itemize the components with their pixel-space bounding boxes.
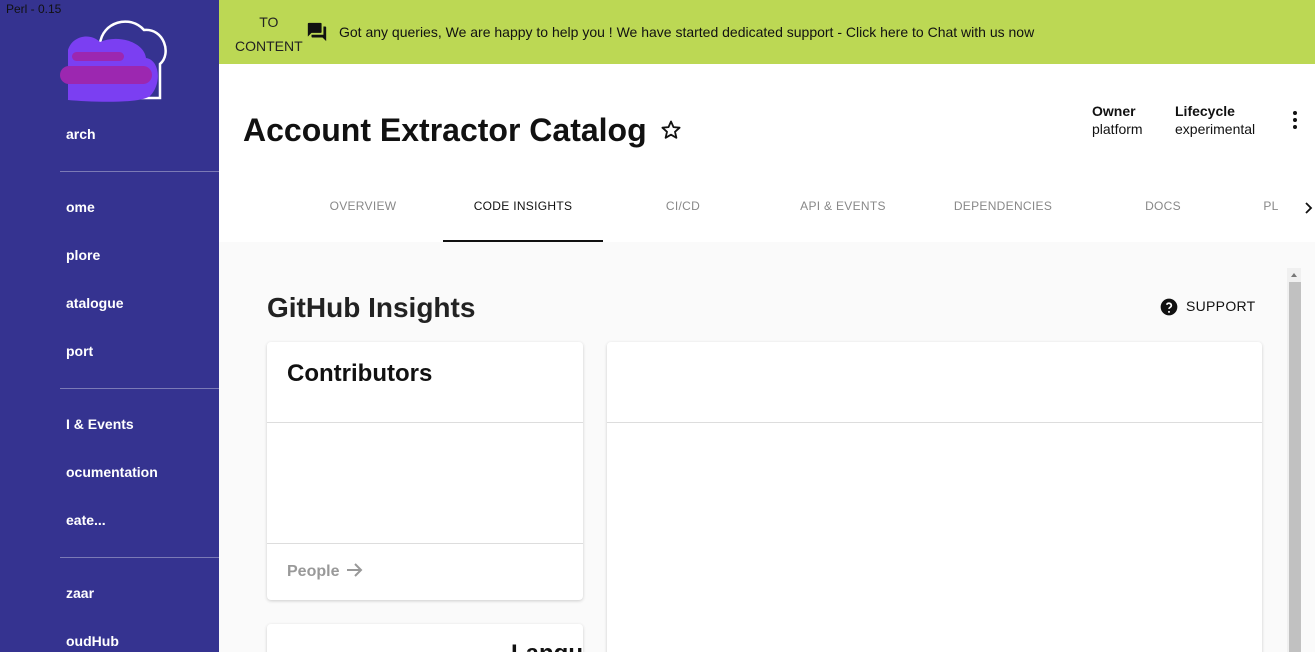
skip-label-line2: CONTENT: [235, 38, 303, 54]
main-content: GitHub Insights SUPPORT Contributors Peo…: [219, 242, 1315, 652]
sidebar-item-cloudhub[interactable]: oudHub: [66, 633, 119, 649]
people-link[interactable]: People: [287, 562, 364, 581]
support-label: SUPPORT: [1186, 298, 1256, 314]
contributors-card: Contributors People: [267, 342, 583, 600]
chevron-right-icon[interactable]: [1301, 198, 1315, 218]
chat-support-link[interactable]: Got any queries, We are happy to help yo…: [339, 24, 1034, 40]
lifecycle-value: experimental: [1175, 121, 1256, 137]
sidebar-item-explore[interactable]: plore: [66, 247, 100, 263]
sidebar-item-catalogue[interactable]: atalogue: [66, 295, 124, 311]
lifecycle-field: Lifecycle experimental: [1175, 102, 1255, 138]
sidebar-item-api-events[interactable]: I & Events: [66, 416, 134, 432]
chat-icon: [307, 22, 327, 42]
sidebar-item-documentation[interactable]: ocumentation: [66, 464, 158, 480]
support-banner: TO CONTENT Got any queries, We are happy…: [219, 0, 1315, 64]
skip-to-content-link[interactable]: TO CONTENT: [235, 10, 303, 58]
tab-ci-cd[interactable]: CI/CD: [603, 178, 763, 242]
card-divider: [607, 422, 1262, 423]
sidebar-item-support[interactable]: port: [66, 343, 93, 359]
entity-header: Account Extractor Catalog Owner platform…: [219, 64, 1315, 242]
languages-title: Langu: [511, 640, 583, 652]
entity-tabs: OVERVIEW CODE INSIGHTS CI/CD API & EVENT…: [283, 178, 1315, 242]
tab-api-events[interactable]: API & EVENTS: [763, 178, 923, 242]
skip-label-line1: TO: [259, 14, 279, 30]
sidebar-divider: [60, 388, 219, 389]
star-icon[interactable]: [659, 118, 683, 142]
owner-label: Owner: [1092, 103, 1136, 119]
arrow-right-icon: [346, 563, 363, 577]
tab-code-insights[interactable]: CODE INSIGHTS: [443, 178, 603, 242]
sidebar-divider: [60, 557, 219, 558]
owner-value[interactable]: platform: [1092, 120, 1143, 138]
section-title: GitHub Insights: [267, 292, 476, 323]
sidebar-item-search[interactable]: arch: [66, 126, 96, 142]
cloud-logo[interactable]: [60, 14, 168, 104]
sidebar-item-create[interactable]: eate...: [66, 512, 106, 528]
perf-indicator: Perl - 0.15: [6, 2, 62, 16]
tab-dependencies[interactable]: DEPENDENCIES: [923, 178, 1083, 242]
card-divider: [267, 543, 583, 544]
sidebar-divider: [60, 171, 219, 172]
support-button[interactable]: SUPPORT: [1159, 298, 1256, 316]
tab-pl[interactable]: PL: [1243, 178, 1299, 242]
sidebar: arch ome plore atalogue port I & Events …: [0, 0, 219, 652]
tab-docs[interactable]: DOCS: [1083, 178, 1243, 242]
app-root: arch ome plore atalogue port I & Events …: [0, 0, 1315, 652]
scroll-up-arrow-icon[interactable]: [1289, 270, 1299, 280]
languages-card: Langu: [267, 624, 583, 652]
lifecycle-label: Lifecycle: [1175, 103, 1235, 119]
contributors-title: Contributors: [287, 360, 433, 387]
sidebar-item-home[interactable]: ome: [66, 199, 95, 215]
owner-field: Owner platform: [1092, 102, 1143, 138]
insights-chart-card: [607, 342, 1262, 652]
sidebar-item-bazaar[interactable]: zaar: [66, 585, 94, 601]
card-divider: [267, 422, 583, 423]
scrollbar-thumb[interactable]: [1289, 282, 1301, 652]
help-icon: [1160, 298, 1178, 316]
tab-overview[interactable]: OVERVIEW: [283, 178, 443, 242]
more-vert-icon[interactable]: [1283, 108, 1307, 132]
people-label: People: [287, 563, 340, 580]
page-title: Account Extractor Catalog: [243, 112, 647, 148]
